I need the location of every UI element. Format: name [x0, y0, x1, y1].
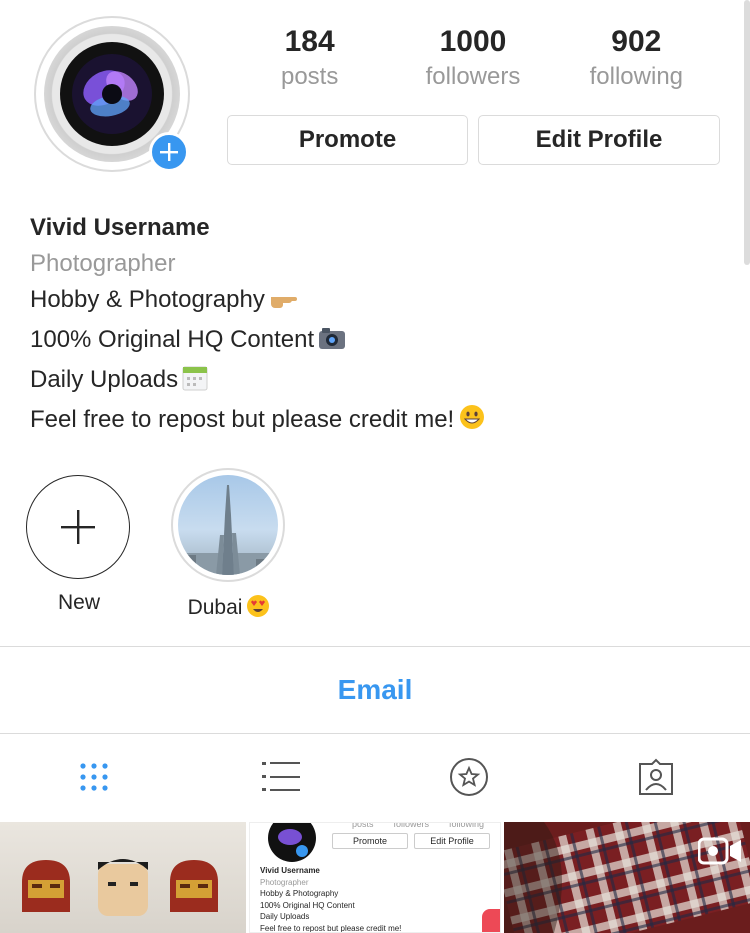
video-icon — [698, 837, 741, 865]
grinning-emoji — [458, 403, 486, 442]
tab-saved[interactable] — [375, 734, 563, 820]
thumbnail-promote-button: Promote — [332, 833, 408, 849]
plus-icon — [160, 143, 178, 161]
tagged-person-icon — [639, 758, 674, 795]
grid-icon — [80, 763, 108, 791]
following-label: following — [589, 63, 684, 90]
profile-bio: Vivid Username Photographer Hobby & Phot… — [30, 210, 486, 442]
thumbnail-bio-line: Feel free to repost but please credit me… — [260, 923, 402, 933]
following-count: 902 — [611, 25, 662, 58]
followers-stat[interactable]: 1000 followers — [391, 22, 554, 102]
calendar-emoji — [182, 365, 208, 402]
highlight-label-new: New — [57, 591, 100, 614]
new-highlight-circle[interactable] — [26, 475, 130, 579]
thumbnail-category: Photographer — [260, 877, 309, 887]
following-stat[interactable]: 902 following — [555, 22, 718, 102]
thumbnail-bio-line: Hobby & Photography — [260, 889, 339, 898]
bio-line-text: Hobby & Photography — [30, 286, 265, 313]
posts-count: 184 — [284, 25, 335, 58]
bio-line: 100% Original HQ Content — [30, 322, 486, 362]
highlight-label-dubai-text: Dubai — [187, 596, 243, 619]
highlight-dubai-ring[interactable] — [171, 468, 285, 582]
promote-button[interactable]: Promote — [227, 115, 468, 165]
posts-label: posts — [280, 63, 339, 90]
thumbnail-avatar-icon — [268, 823, 316, 862]
thumbnail-bio-line: Daily Uploads — [260, 912, 310, 921]
bio-line-text: Daily Uploads — [30, 366, 179, 393]
post-thumbnail-profile-screenshot[interactable]: posts followers following Promote Edit P… — [249, 822, 501, 933]
thumbnail-stat-label: followers — [393, 822, 429, 829]
post-grid: posts followers following Promote Edit P… — [0, 822, 750, 933]
highlight-dubai[interactable]: Dubai — [171, 468, 287, 624]
tab-grid[interactable] — [0, 734, 188, 820]
scrollbar[interactable] — [744, 0, 750, 265]
posts-stat[interactable]: 184 posts — [228, 22, 391, 102]
tab-tagged[interactable] — [563, 734, 750, 820]
add-story-button[interactable] — [149, 132, 189, 172]
thumbnail-red-button-shape — [482, 909, 500, 932]
profile-name: Vivid Username — [30, 214, 210, 241]
thumbnail-edit-button: Edit Profile — [414, 833, 490, 849]
saved-star-icon — [449, 758, 488, 796]
tab-list[interactable] — [188, 734, 376, 820]
profile-stats: 184 posts 1000 followers 902 following — [228, 22, 718, 102]
thumbnail-bio-line: 100% Original HQ Content — [260, 900, 355, 910]
followers-count: 1000 — [439, 25, 507, 58]
plus-icon — [61, 510, 95, 544]
edit-profile-button[interactable]: Edit Profile — [478, 115, 720, 165]
thumbnail-name: Vivid Username — [260, 866, 320, 875]
profile-category: Photographer — [30, 250, 176, 277]
thumbnail-stat-label: posts — [351, 822, 374, 829]
heart-eyes-emoji — [246, 594, 270, 624]
list-icon — [262, 762, 301, 791]
bio-line: Daily Uploads — [30, 362, 486, 402]
bio-line: Hobby & Photography — [30, 282, 486, 322]
followers-label: followers — [425, 63, 521, 90]
thumbnail-stats: posts followers following — [342, 822, 494, 829]
bio-line-text: 100% Original HQ Content — [30, 326, 315, 353]
highlight-label-dubai: Dubai — [171, 594, 287, 624]
post-thumbnail-video[interactable] — [504, 822, 750, 933]
bio-line: Feel free to repost but please credit me… — [30, 402, 486, 442]
dubai-highlight-image — [178, 475, 278, 575]
thumbnail-stat-label: following — [448, 822, 484, 829]
pointing-hand-emoji — [269, 286, 299, 322]
thumbnail-bio: Vivid Username Photographer Hobby & Phot… — [260, 865, 402, 933]
post-thumbnail[interactable] — [0, 822, 246, 933]
profile-tabs — [0, 734, 750, 820]
bio-line-text: Feel free to repost but please credit me… — [30, 406, 455, 433]
highlight-new[interactable]: New — [26, 475, 132, 615]
email-button[interactable]: Email — [0, 647, 750, 733]
camera-emoji — [318, 326, 346, 362]
